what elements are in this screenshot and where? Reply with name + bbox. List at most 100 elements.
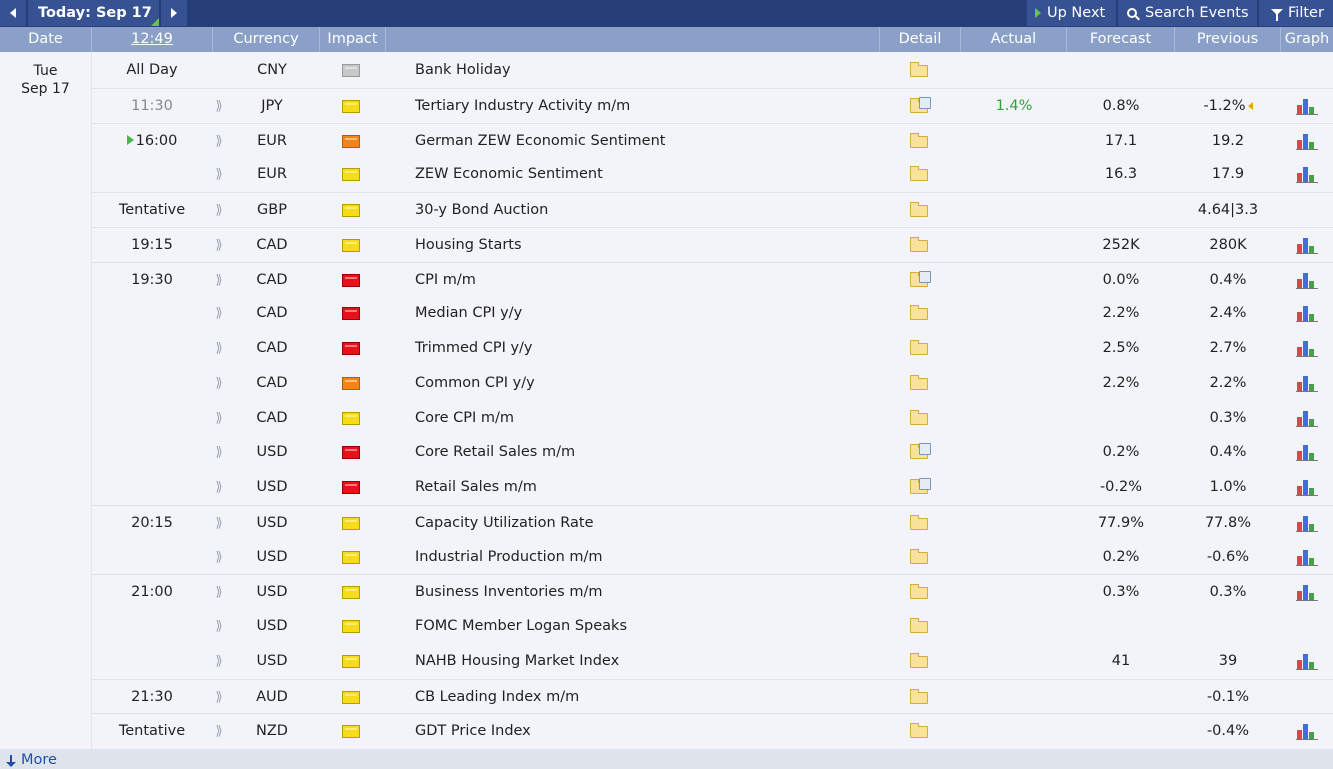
graph-cell[interactable]: [1296, 470, 1319, 505]
detail-cell[interactable]: [910, 124, 930, 159]
graph-cell[interactable]: [1296, 644, 1319, 679]
sound-icon[interactable]: ⟫: [213, 157, 225, 192]
folder-icon[interactable]: [910, 132, 928, 148]
event-title[interactable]: ZEW Economic Sentiment: [415, 157, 603, 192]
folder-icon[interactable]: [910, 548, 928, 564]
event-row[interactable]: ⟫ USD Retail Sales m/m -0.2% 1.0%: [92, 470, 1333, 505]
detail-cell[interactable]: [910, 680, 930, 715]
folder-news-icon[interactable]: [910, 443, 931, 460]
folder-icon[interactable]: [910, 62, 928, 77]
folder-icon[interactable]: [910, 340, 928, 355]
event-title[interactable]: Housing Starts: [415, 228, 522, 263]
event-title[interactable]: Core CPI m/m: [415, 401, 514, 436]
event-row[interactable]: ⟫ USD NAHB Housing Market Index 41 39: [92, 644, 1333, 679]
bar-chart-icon[interactable]: [1296, 479, 1318, 496]
event-row[interactable]: ⟫ CAD Trimmed CPI y/y 2.5% 2.7%: [92, 331, 1333, 366]
bar-chart-icon[interactable]: [1296, 515, 1318, 532]
event-row[interactable]: 16:00 ⟫ EUR German ZEW Economic Sentiment 17…: [92, 122, 1333, 159]
sound-icon[interactable]: ⟫: [213, 435, 225, 470]
detail-cell[interactable]: [910, 506, 930, 541]
detail-cell[interactable]: [910, 435, 931, 470]
detail-cell[interactable]: [910, 228, 930, 263]
folder-news-icon[interactable]: [910, 96, 931, 113]
event-row[interactable]: ⟫ USD Core Retail Sales m/m 0.2% 0.4%: [92, 435, 1333, 470]
event-row[interactable]: All Day CNY Bank Holiday: [92, 53, 1333, 88]
sound-icon[interactable]: ⟫: [213, 228, 225, 263]
event-row[interactable]: 19:30 ⟫ CAD CPI m/m 0.0% 0.4%: [92, 261, 1333, 298]
event-row[interactable]: Tentative ⟫ GBP 30-y Bond Auction 4.64|3.3: [92, 192, 1333, 227]
detail-cell[interactable]: [910, 157, 930, 192]
event-title[interactable]: FOMC Member Logan Speaks: [415, 609, 627, 644]
event-title[interactable]: Median CPI y/y: [415, 296, 522, 331]
event-title[interactable]: Industrial Production m/m: [415, 540, 603, 575]
event-title[interactable]: Core Retail Sales m/m: [415, 435, 575, 470]
detail-cell[interactable]: [910, 714, 930, 749]
sound-icon[interactable]: ⟫: [213, 366, 225, 401]
sound-icon[interactable]: ⟫: [213, 296, 225, 331]
detail-cell[interactable]: [910, 53, 930, 88]
sound-icon[interactable]: ⟫: [213, 714, 225, 749]
column-time[interactable]: 12:49: [92, 27, 213, 52]
event-title[interactable]: 30-y Bond Auction: [415, 193, 548, 228]
sound-icon[interactable]: ⟫: [213, 575, 225, 610]
graph-cell[interactable]: [1296, 366, 1319, 401]
bar-chart-icon[interactable]: [1296, 584, 1318, 602]
event-row[interactable]: ⟫ EUR ZEW Economic Sentiment 16.3 17.9: [92, 157, 1333, 192]
detail-cell[interactable]: [910, 296, 930, 331]
folder-icon[interactable]: [910, 305, 928, 321]
detail-cell[interactable]: [910, 366, 930, 401]
event-title[interactable]: GDT Price Index: [415, 714, 531, 749]
graph-cell[interactable]: [1296, 296, 1319, 331]
bar-chart-icon[interactable]: [1296, 133, 1318, 150]
graph-cell[interactable]: [1296, 124, 1319, 159]
event-title[interactable]: Trimmed CPI y/y: [415, 331, 533, 366]
bar-chart-icon[interactable]: [1296, 653, 1318, 670]
detail-cell[interactable]: [910, 609, 930, 644]
folder-icon[interactable]: [910, 236, 928, 252]
folder-news-icon[interactable]: [910, 478, 931, 494]
event-title[interactable]: CB Leading Index m/m: [415, 680, 579, 715]
event-title[interactable]: CPI m/m: [415, 263, 476, 298]
folder-news-icon[interactable]: [910, 270, 931, 287]
sound-icon[interactable]: ⟫: [213, 401, 225, 436]
folder-icon[interactable]: [910, 374, 928, 390]
bar-chart-icon[interactable]: [1296, 340, 1318, 357]
more-link[interactable]: More: [6, 750, 57, 769]
event-row[interactable]: 19:15 ⟫ CAD Housing Starts 252K 280K: [92, 226, 1333, 263]
folder-icon[interactable]: [910, 409, 928, 425]
sound-icon[interactable]: ⟫: [213, 540, 225, 575]
sound-icon[interactable]: ⟫: [213, 193, 225, 228]
sound-icon[interactable]: ⟫: [213, 124, 225, 159]
sound-icon[interactable]: ⟫: [213, 609, 225, 644]
sound-icon[interactable]: ⟫: [213, 680, 225, 715]
detail-cell[interactable]: [910, 401, 930, 436]
bar-chart-icon[interactable]: [1296, 98, 1318, 115]
graph-cell[interactable]: [1296, 435, 1319, 470]
graph-cell[interactable]: [1296, 714, 1319, 749]
event-row[interactable]: 21:30 ⟫ AUD CB Leading Index m/m -0.1%: [92, 678, 1333, 715]
sound-icon[interactable]: ⟫: [213, 470, 225, 505]
sound-icon[interactable]: ⟫: [213, 89, 225, 124]
folder-icon[interactable]: [910, 514, 928, 530]
event-title[interactable]: Capacity Utilization Rate: [415, 506, 594, 541]
folder-icon[interactable]: [910, 723, 928, 739]
up-next-button[interactable]: Up Next: [1027, 0, 1116, 26]
event-row[interactable]: 21:00 ⟫ USD Business Inventories m/m 0.3% 0.3…: [92, 574, 1333, 609]
event-title[interactable]: Bank Holiday: [415, 53, 511, 88]
graph-cell[interactable]: [1296, 331, 1319, 366]
bar-chart-icon[interactable]: [1296, 375, 1318, 392]
event-title[interactable]: German ZEW Economic Sentiment: [415, 124, 665, 159]
bar-chart-icon[interactable]: [1296, 305, 1318, 323]
detail-cell[interactable]: [910, 644, 930, 679]
event-title[interactable]: Retail Sales m/m: [415, 470, 537, 505]
event-row[interactable]: 20:15 ⟫ USD Capacity Utilization Rate 77.9% 7…: [92, 504, 1333, 541]
sound-icon[interactable]: ⟫: [213, 263, 225, 298]
detail-cell[interactable]: [910, 331, 930, 366]
event-row[interactable]: ⟫ CAD Median CPI y/y 2.2% 2.4%: [92, 296, 1333, 331]
folder-icon[interactable]: [910, 166, 928, 182]
event-row[interactable]: 11:30 ⟫ JPY Tertiary Industry Activity m/m 1…: [92, 87, 1333, 124]
event-row[interactable]: ⟫ USD FOMC Member Logan Speaks: [92, 609, 1333, 644]
detail-cell[interactable]: [910, 470, 931, 505]
folder-icon[interactable]: [910, 584, 928, 600]
graph-cell[interactable]: [1296, 506, 1319, 541]
